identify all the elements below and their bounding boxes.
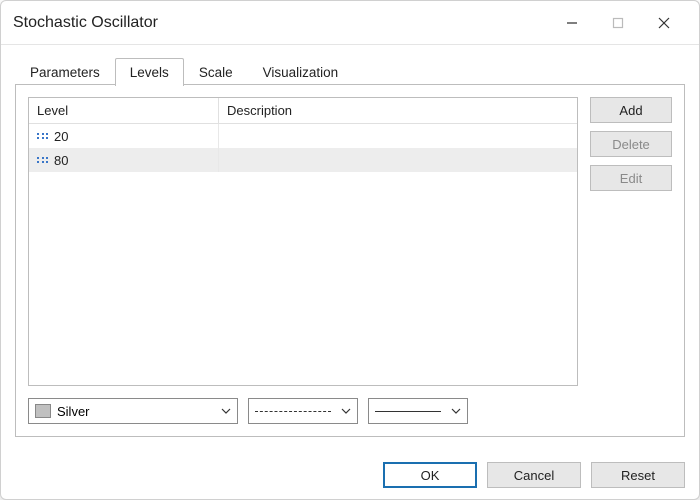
maximize-icon bbox=[612, 17, 624, 29]
delete-button[interactable]: Delete bbox=[590, 131, 672, 157]
maximize-button[interactable] bbox=[595, 8, 641, 38]
close-icon bbox=[658, 17, 670, 29]
ok-button[interactable]: OK bbox=[383, 462, 477, 488]
table-row[interactable]: 20 bbox=[29, 124, 577, 148]
level-value: 80 bbox=[54, 153, 68, 168]
cancel-button[interactable]: Cancel bbox=[487, 462, 581, 488]
chevron-down-icon bbox=[221, 408, 231, 414]
level-value: 20 bbox=[54, 129, 68, 144]
line-dash-icon bbox=[255, 411, 331, 412]
cell-level: 20 bbox=[29, 124, 219, 148]
add-button[interactable]: Add bbox=[590, 97, 672, 123]
tab-visualization[interactable]: Visualization bbox=[248, 58, 354, 86]
style-controls: Silver bbox=[28, 398, 672, 424]
color-name: Silver bbox=[57, 404, 90, 419]
tab-parameters[interactable]: Parameters bbox=[15, 58, 115, 86]
minimize-button[interactable] bbox=[549, 8, 595, 38]
levels-table: Level Description 20 bbox=[28, 97, 578, 386]
dialog-content: Parameters Levels Scale Visualization Le… bbox=[1, 45, 699, 451]
dialog-window: Stochastic Oscillator Parameters Levels … bbox=[0, 0, 700, 500]
color-swatch-icon bbox=[35, 404, 51, 418]
cell-level: 80 bbox=[29, 148, 219, 172]
minimize-icon bbox=[566, 17, 578, 29]
color-select[interactable]: Silver bbox=[28, 398, 238, 424]
tab-scale[interactable]: Scale bbox=[184, 58, 248, 86]
table-row[interactable]: 80 bbox=[29, 148, 577, 172]
table-header: Level Description bbox=[29, 98, 577, 124]
dialog-footer: OK Cancel Reset bbox=[1, 451, 699, 499]
table-body: 20 80 bbox=[29, 124, 577, 385]
column-header-description[interactable]: Description bbox=[219, 98, 577, 123]
close-button[interactable] bbox=[641, 8, 687, 38]
side-buttons: Add Delete Edit bbox=[590, 97, 672, 386]
column-header-level[interactable]: Level bbox=[29, 98, 219, 123]
line-style-select[interactable] bbox=[248, 398, 358, 424]
tab-levels[interactable]: Levels bbox=[115, 58, 184, 86]
level-style-icon bbox=[37, 133, 48, 138]
line-solid-icon bbox=[375, 411, 441, 412]
levels-panel-top: Level Description 20 bbox=[28, 97, 672, 386]
line-width-select[interactable] bbox=[368, 398, 468, 424]
reset-button[interactable]: Reset bbox=[591, 462, 685, 488]
chevron-down-icon bbox=[451, 408, 461, 414]
tab-bar: Parameters Levels Scale Visualization bbox=[15, 55, 685, 85]
titlebar: Stochastic Oscillator bbox=[1, 1, 699, 45]
edit-button[interactable]: Edit bbox=[590, 165, 672, 191]
tab-panel-levels: Level Description 20 bbox=[15, 84, 685, 437]
window-title: Stochastic Oscillator bbox=[13, 14, 549, 32]
chevron-down-icon bbox=[341, 408, 351, 414]
level-style-icon bbox=[37, 157, 48, 162]
